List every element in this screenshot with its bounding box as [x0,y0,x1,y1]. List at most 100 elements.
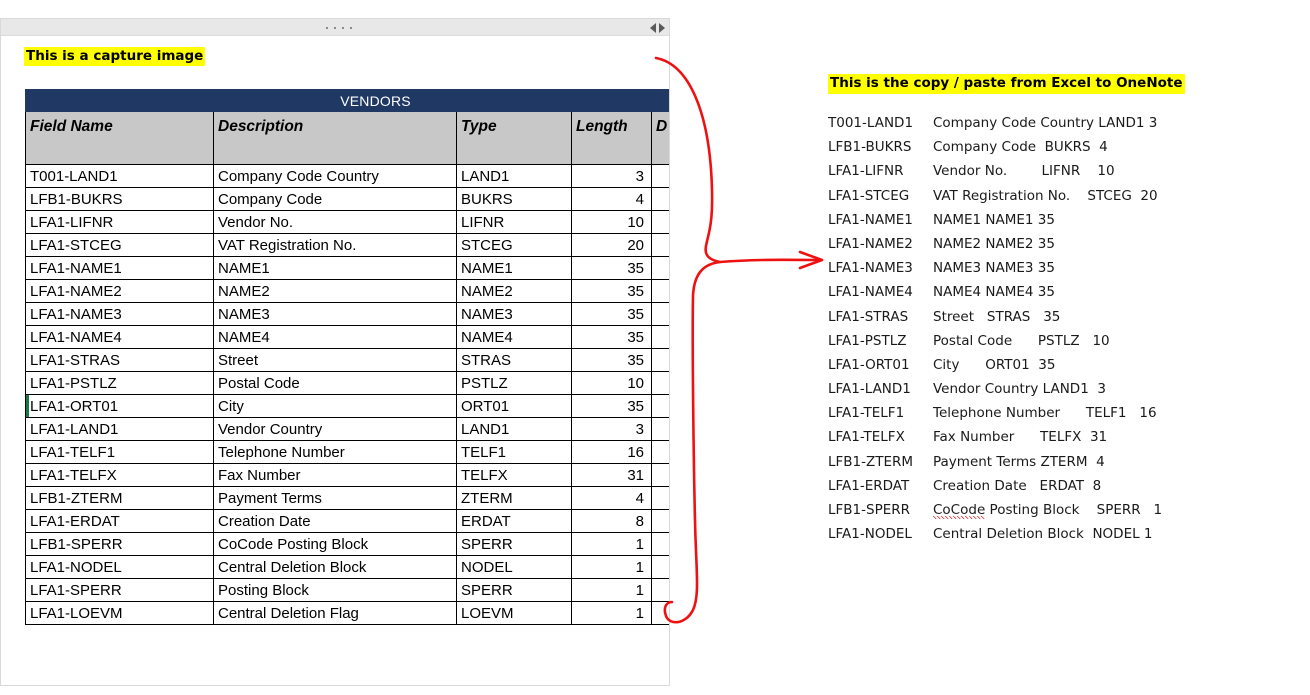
table-row[interactable]: T001-LAND1 Company Code Country LAND1 3 [25,164,669,188]
cell-description[interactable]: Telephone Number [213,440,457,464]
cell-description[interactable]: Central Deletion Block [213,555,457,579]
cell-type[interactable]: STRAS [456,348,572,372]
cell-description[interactable]: Company Code Country [213,164,457,188]
cell-description[interactable]: Company Code [213,187,457,211]
cell-length[interactable]: 1 [571,555,652,579]
cell-type[interactable]: NAME4 [456,325,572,349]
cell-length[interactable]: 10 [571,371,652,395]
cell-type[interactable]: NODEL [456,555,572,579]
cell-length[interactable]: 35 [571,302,652,326]
cell-description[interactable]: CoCode Posting Block [213,532,457,556]
cell-decimals[interactable] [650,532,669,556]
cell-length[interactable]: 8 [571,509,652,533]
cell-description[interactable]: Vendor No. [213,210,457,234]
cell-type[interactable]: STCEG [456,233,572,257]
cell-length[interactable]: 4 [571,187,652,211]
cell-field[interactable]: LFA1-STCEG [25,233,214,257]
cell-decimals[interactable] [650,233,669,257]
cell-length[interactable]: 35 [571,279,652,303]
cell-decimals[interactable] [650,371,669,395]
cell-length[interactable]: 1 [571,532,652,556]
cell-decimals[interactable] [650,509,669,533]
cell-field[interactable]: LFA1-SPERR [25,578,214,602]
cell-description[interactable]: Creation Date [213,509,457,533]
cell-field[interactable]: LFB1-ZTERM [25,486,214,510]
cell-length[interactable]: 1 [571,578,652,602]
table-row[interactable]: LFA1-NAME3 NAME3 NAME3 35 [25,302,669,326]
cell-decimals[interactable] [650,279,669,303]
table-row[interactable]: LFB1-SPERR CoCode Posting Block SPERR 1 [25,532,669,556]
cell-type[interactable]: NAME3 [456,302,572,326]
cell-type[interactable]: LOEVM [456,601,572,625]
drag-dots-icon[interactable] [326,24,352,31]
cell-decimals[interactable] [650,256,669,280]
cell-type[interactable]: NAME1 [456,256,572,280]
cell-field[interactable]: LFA1-NAME2 [25,279,214,303]
cell-field[interactable]: LFA1-LIFNR [25,210,214,234]
column-header-length[interactable]: Length [571,111,652,165]
cell-description[interactable]: NAME1 [213,256,457,280]
cell-field[interactable]: LFA1-NAME4 [25,325,214,349]
cell-length[interactable]: 31 [571,463,652,487]
cell-type[interactable]: ZTERM [456,486,572,510]
table-row[interactable]: LFA1-STRAS Street STRAS 35 [25,348,669,372]
cell-description[interactable]: VAT Registration No. [213,233,457,257]
cell-type[interactable]: TELFX [456,463,572,487]
table-row[interactable]: LFA1-LIFNR Vendor No. LIFNR 10 [25,210,669,234]
cell-field[interactable]: LFA1-ERDAT [25,509,214,533]
arrow-left-icon[interactable] [650,23,656,33]
cell-length[interactable]: 35 [571,348,652,372]
column-header-field-name[interactable]: Field Name [25,111,214,165]
cell-decimals[interactable] [650,486,669,510]
cell-field[interactable]: LFA1-TELF1 [25,440,214,464]
cell-description[interactable]: Street [213,348,457,372]
table-row[interactable]: LFA1-TELFX Fax Number TELFX 31 [25,463,669,487]
table-row[interactable]: LFA1-NAME2 NAME2 NAME2 35 [25,279,669,303]
cell-type[interactable]: BUKRS [456,187,572,211]
cell-length[interactable]: 4 [571,486,652,510]
cell-length[interactable]: 3 [571,417,652,441]
cell-description[interactable]: Payment Terms [213,486,457,510]
cell-description[interactable]: NAME4 [213,325,457,349]
cell-type[interactable]: NAME2 [456,279,572,303]
cell-description[interactable]: City [213,394,457,418]
cell-description[interactable]: Fax Number [213,463,457,487]
cell-decimals[interactable] [650,578,669,602]
table-row[interactable]: LFA1-NODEL Central Deletion Block NODEL 1 [25,555,669,579]
table-row[interactable]: LFB1-BUKRS Company Code BUKRS 4 [25,187,669,211]
cell-length[interactable]: 1 [571,601,652,625]
cell-field[interactable]: T001-LAND1 [25,164,214,188]
cell-length[interactable]: 16 [571,440,652,464]
cell-field[interactable]: LFA1-PSTLZ [25,371,214,395]
cell-decimals[interactable] [650,187,669,211]
cell-field[interactable]: LFB1-SPERR [25,532,214,556]
cell-length[interactable]: 35 [571,394,652,418]
cell-field[interactable]: LFA1-NAME3 [25,302,214,326]
cell-type[interactable]: SPERR [456,532,572,556]
cell-type[interactable]: PSTLZ [456,371,572,395]
cell-field[interactable]: LFA1-ORT01 [25,394,214,418]
column-header-type[interactable]: Type [456,111,572,165]
cell-type[interactable]: LIFNR [456,210,572,234]
table-row[interactable]: LFA1-ORT01 City ORT01 35 [25,394,669,418]
cell-length[interactable]: 35 [571,325,652,349]
cell-type[interactable]: LAND1 [456,164,572,188]
cell-description[interactable]: Vendor Country [213,417,457,441]
cell-description[interactable]: NAME3 [213,302,457,326]
cell-description[interactable]: Posting Block [213,578,457,602]
cell-length[interactable]: 3 [571,164,652,188]
cell-type[interactable]: ERDAT [456,509,572,533]
cell-decimals[interactable] [650,302,669,326]
table-row[interactable]: LFA1-LOEVM Central Deletion Flag LOEVM 1 [25,601,669,625]
cell-type[interactable]: SPERR [456,578,572,602]
column-header-description[interactable]: Description [213,111,457,165]
onenote-paste-text[interactable]: T001-LAND1 Company Code Country LAND1 3 LF… [828,111,1298,546]
cell-field[interactable]: LFA1-LAND1 [25,417,214,441]
cell-decimals[interactable] [650,394,669,418]
cell-decimals[interactable] [650,555,669,579]
column-header-decimals[interactable]: D [650,111,669,165]
table-row[interactable]: LFA1-LAND1 Vendor Country LAND1 3 [25,417,669,441]
table-row[interactable]: LFA1-PSTLZ Postal Code PSTLZ 10 [25,371,669,395]
cell-field[interactable]: LFA1-STRAS [25,348,214,372]
cell-field[interactable]: LFA1-TELFX [25,463,214,487]
